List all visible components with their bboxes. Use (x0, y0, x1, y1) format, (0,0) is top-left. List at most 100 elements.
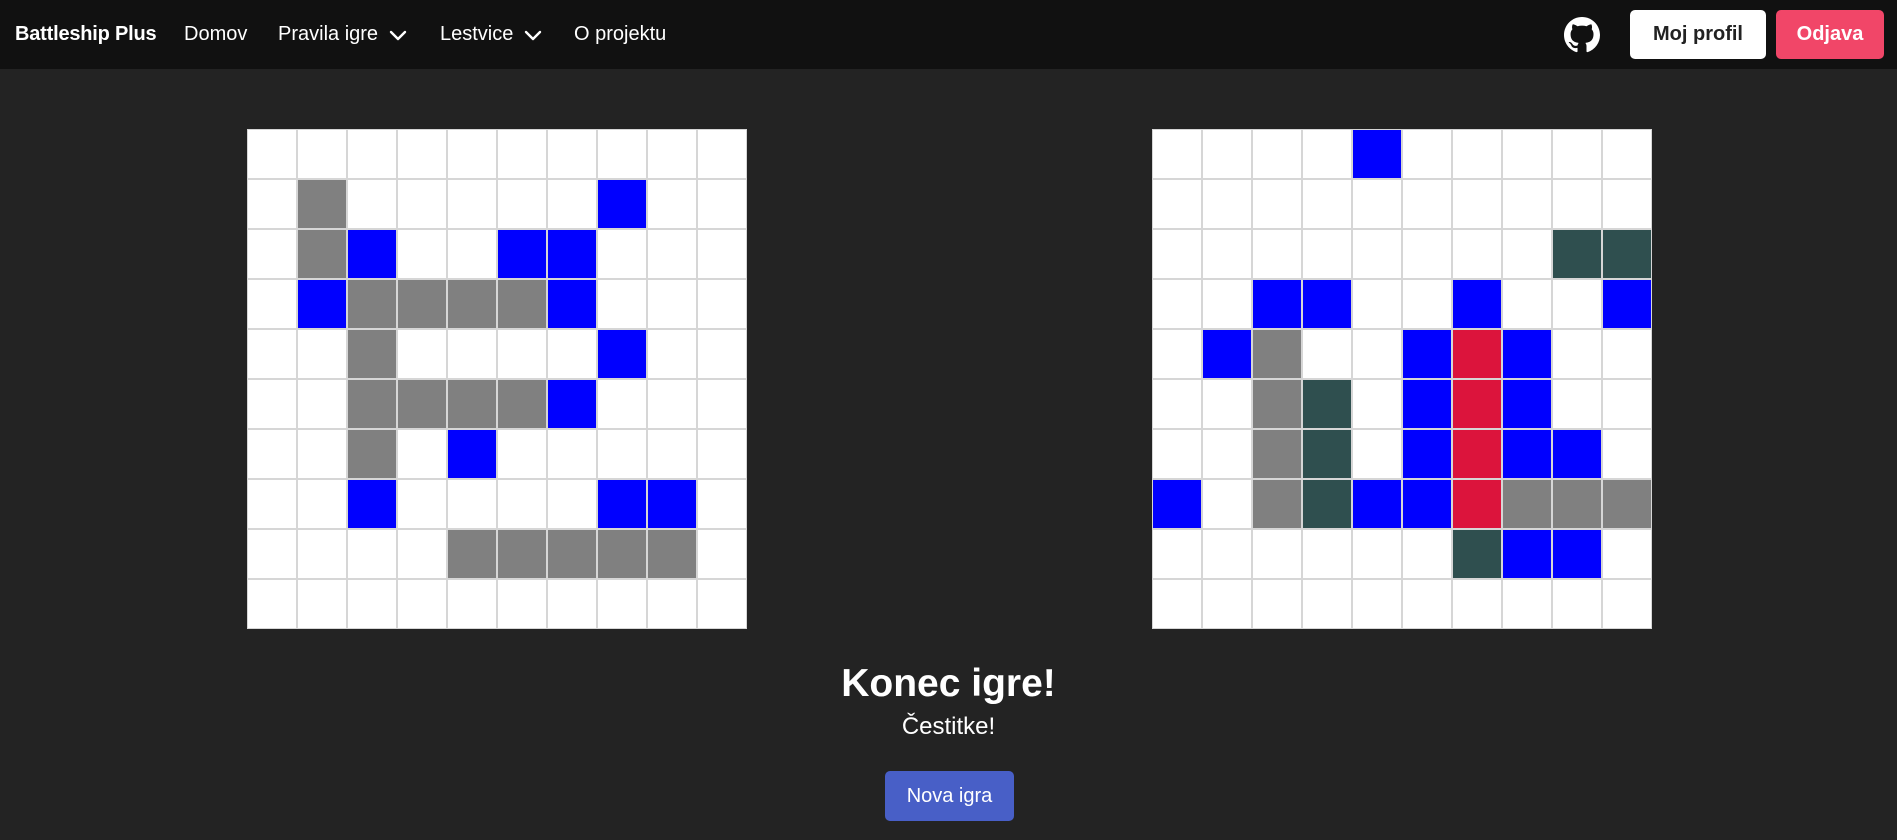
board-cell-empty[interactable] (1252, 529, 1302, 579)
board-cell-empty[interactable] (247, 429, 297, 479)
board-cell-empty[interactable] (1452, 129, 1502, 179)
board-cell-empty[interactable] (1552, 279, 1602, 329)
board-cell-miss[interactable] (597, 479, 647, 529)
board-cell-empty[interactable] (1202, 229, 1252, 279)
board-cell-miss[interactable] (1502, 379, 1552, 429)
board-cell-empty[interactable] (1352, 329, 1402, 379)
board-cell-miss[interactable] (497, 229, 547, 279)
board-cell-empty[interactable] (547, 179, 597, 229)
board-cell-empty[interactable] (447, 229, 497, 279)
board-cell-miss[interactable] (1402, 379, 1452, 429)
board-cell-empty[interactable] (447, 579, 497, 629)
board-cell-miss[interactable] (447, 429, 497, 479)
board-cell-empty[interactable] (1502, 129, 1552, 179)
nav-item-o-projektu[interactable]: O projektu (574, 0, 666, 69)
board-cell-empty[interactable] (697, 529, 747, 579)
board-cell-ship[interactable] (1252, 379, 1302, 429)
board-cell-empty[interactable] (647, 129, 697, 179)
board-cell-empty[interactable] (1352, 579, 1402, 629)
board-cell-empty[interactable] (347, 579, 397, 629)
board-cell-ship[interactable] (347, 429, 397, 479)
board-cell-empty[interactable] (347, 129, 397, 179)
github-icon[interactable] (1564, 17, 1600, 53)
board-cell-ship[interactable] (447, 279, 497, 329)
board-cell-empty[interactable] (1302, 579, 1352, 629)
board-cell-empty[interactable] (1502, 279, 1552, 329)
board-cell-empty[interactable] (297, 479, 347, 529)
board-cell-empty[interactable] (1302, 129, 1352, 179)
board-cell-empty[interactable] (297, 579, 347, 629)
board-cell-empty[interactable] (1402, 529, 1452, 579)
board-cell-sunk[interactable] (1452, 429, 1502, 479)
board-cell-empty[interactable] (697, 429, 747, 479)
board-cell-empty[interactable] (247, 279, 297, 329)
board-cell-empty[interactable] (247, 129, 297, 179)
board-cell-empty[interactable] (1202, 379, 1252, 429)
board-cell-empty[interactable] (547, 429, 597, 479)
new-game-button[interactable]: Nova igra (885, 771, 1014, 821)
board-cell-ship[interactable] (347, 379, 397, 429)
board-cell-empty[interactable] (1402, 279, 1452, 329)
board-cell-empty[interactable] (697, 479, 747, 529)
board-cell-empty[interactable] (297, 529, 347, 579)
board-cell-empty[interactable] (497, 129, 547, 179)
board-cell-empty[interactable] (247, 379, 297, 429)
board-cell-empty[interactable] (1302, 229, 1352, 279)
nav-item-domov[interactable]: Domov (184, 0, 247, 69)
board-cell-empty[interactable] (597, 129, 647, 179)
board-cell-empty[interactable] (1602, 329, 1652, 379)
board-cell-empty[interactable] (647, 279, 697, 329)
board-cell-miss[interactable] (1402, 479, 1452, 529)
board-cell-empty[interactable] (547, 579, 597, 629)
board-cell-miss[interactable] (1402, 429, 1452, 479)
board-cell-empty[interactable] (647, 229, 697, 279)
board-cell-empty[interactable] (497, 179, 547, 229)
board-cell-empty[interactable] (547, 129, 597, 179)
board-cell-empty[interactable] (397, 529, 447, 579)
board-cell-ship[interactable] (1602, 479, 1652, 529)
board-cell-empty[interactable] (647, 579, 697, 629)
nav-item-lestvice[interactable]: Lestvice (440, 0, 543, 69)
board-cell-hit[interactable] (1452, 529, 1502, 579)
board-cell-miss[interactable] (1552, 429, 1602, 479)
board-cell-ship[interactable] (397, 379, 447, 429)
board-cell-empty[interactable] (1402, 129, 1452, 179)
board-cell-empty[interactable] (597, 429, 647, 479)
board-cell-empty[interactable] (1202, 479, 1252, 529)
board-cell-ship[interactable] (1502, 479, 1552, 529)
board-cell-hit[interactable] (1552, 229, 1602, 279)
board-cell-empty[interactable] (1502, 579, 1552, 629)
board-cell-ship[interactable] (1552, 479, 1602, 529)
board-cell-ship[interactable] (597, 529, 647, 579)
board-cell-empty[interactable] (497, 329, 547, 379)
board-cell-empty[interactable] (447, 479, 497, 529)
board-cell-empty[interactable] (647, 379, 697, 429)
board-cell-empty[interactable] (697, 379, 747, 429)
board-cell-empty[interactable] (1352, 229, 1402, 279)
board-cell-empty[interactable] (1152, 229, 1202, 279)
board-cell-ship[interactable] (297, 179, 347, 229)
board-cell-empty[interactable] (1602, 579, 1652, 629)
board-cell-empty[interactable] (1202, 279, 1252, 329)
board-cell-miss[interactable] (1152, 479, 1202, 529)
board-cell-miss[interactable] (597, 179, 647, 229)
board-cell-empty[interactable] (1202, 579, 1252, 629)
board-cell-empty[interactable] (1152, 579, 1202, 629)
board-cell-hit[interactable] (1302, 379, 1352, 429)
board-cell-empty[interactable] (697, 179, 747, 229)
board-cell-empty[interactable] (297, 329, 347, 379)
board-cell-empty[interactable] (1202, 129, 1252, 179)
board-cell-empty[interactable] (1202, 529, 1252, 579)
board-cell-miss[interactable] (1352, 479, 1402, 529)
board-cell-empty[interactable] (1302, 529, 1352, 579)
board-cell-ship[interactable] (297, 229, 347, 279)
board-cell-empty[interactable] (1602, 379, 1652, 429)
board-cell-empty[interactable] (447, 329, 497, 379)
board-cell-empty[interactable] (1152, 529, 1202, 579)
board-cell-empty[interactable] (247, 579, 297, 629)
board-cell-empty[interactable] (697, 279, 747, 329)
board-cell-empty[interactable] (647, 329, 697, 379)
board-cell-empty[interactable] (1602, 179, 1652, 229)
board-cell-empty[interactable] (697, 129, 747, 179)
board-cell-empty[interactable] (497, 429, 547, 479)
